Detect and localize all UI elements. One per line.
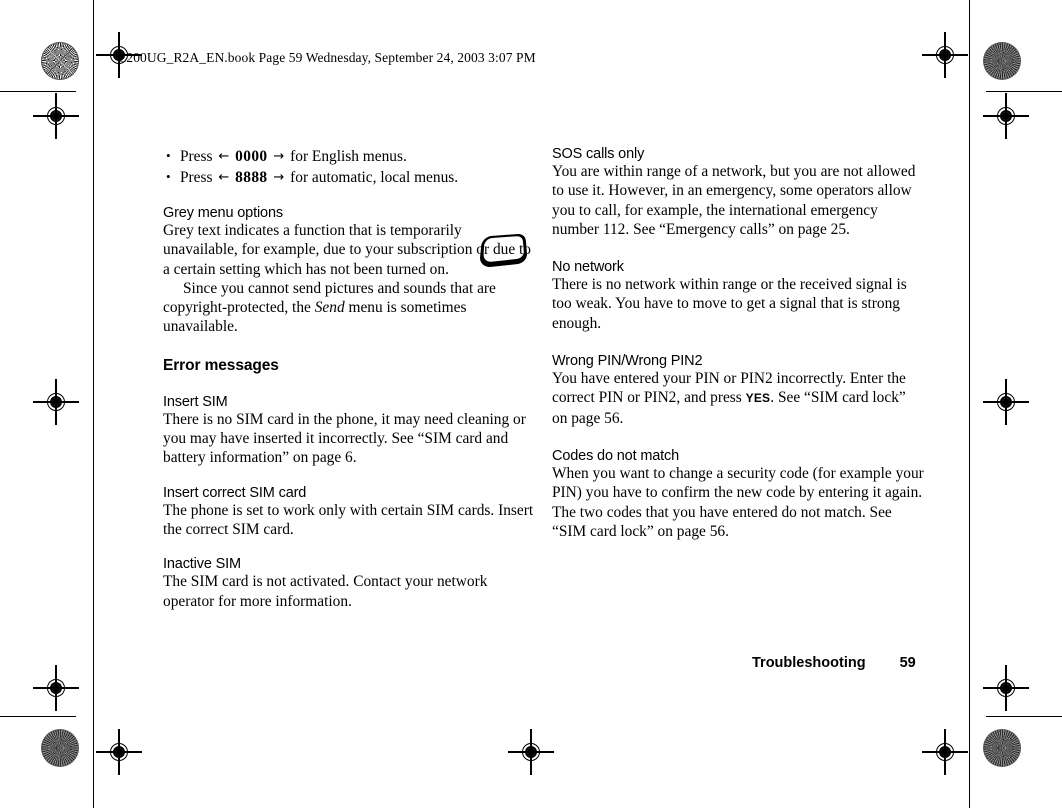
yes-key-label: YES: [745, 391, 771, 406]
grey-menu-body: Grey text indicates a function that is t…: [163, 222, 531, 278]
menu-code-value: 0000: [235, 148, 268, 165]
list-item: Press ← 8888 → for automatic, local menu…: [163, 166, 535, 188]
heading-no-network: No network: [552, 259, 624, 276]
registration-mark-mid-right: [983, 379, 1029, 425]
registration-mark-bottom-right: [922, 729, 968, 775]
page-number: 59: [899, 655, 916, 671]
registration-mark-lower-left-inner: [33, 665, 79, 711]
bullet-tail-text: for English menus.: [290, 148, 407, 165]
arrow-right-icon: →: [273, 149, 285, 164]
menu-code-value: 8888: [235, 169, 268, 186]
bullet-tail-text: for automatic, local menus.: [290, 169, 459, 186]
menu-code-bullet-list: Press ← 0000 → for English menus. Press …: [163, 145, 535, 188]
insert-sim-body: There is no SIM card in the phone, it ma…: [163, 410, 526, 467]
no-network-body: There is no network within range or the …: [552, 276, 907, 332]
heading-inactive-sim: Inactive SIM: [163, 556, 241, 573]
heading-sos-calls-only: SOS calls only: [552, 146, 645, 162]
heading-wrong-pin: Wrong PIN/Wrong PIN2: [552, 353, 703, 370]
color-registration-target-bottom-right: [983, 729, 1021, 767]
codes-do-not-match-body: When you want to change a security code …: [552, 464, 924, 540]
crop-line-left: [93, 0, 95, 808]
trim-line-bottom-right: [986, 716, 1062, 718]
right-text-column: SOS calls only You are within range of a…: [552, 146, 924, 541]
color-registration-target-top-right: [983, 42, 1021, 80]
sos-calls-only-body: You are within range of a network, but y…: [552, 163, 916, 238]
registration-mark-lower-right-inner: [983, 665, 1029, 711]
trim-line-top-right: [986, 91, 1062, 93]
grey-menu-second-paragraph: Since you cannot send pictures and sound…: [163, 279, 535, 337]
insert-correct-sim-card-body: The phone is set to work only with certa…: [163, 501, 534, 538]
list-item: Press ← 0000 → for English menus.: [163, 145, 535, 167]
inactive-sim-body: The SIM card is not activated. Contact y…: [163, 573, 488, 610]
left-text-column: Press ← 0000 → for English menus. Press …: [163, 145, 535, 611]
arrow-right-icon: →: [273, 170, 285, 185]
color-registration-target-top-left: [41, 42, 79, 80]
heading-grey-menu-options: Grey menu options: [163, 205, 283, 221]
footer-section-label: Troubleshooting: [752, 655, 866, 671]
page-footer: Troubleshooting 59: [752, 655, 916, 671]
wrong-pin-body: You have entered your PIN or PIN2 incorr…: [552, 369, 924, 428]
registration-mark-upper-left-inner: [33, 93, 79, 139]
heading-codes-do-not-match: Codes do not match: [552, 447, 680, 464]
registration-mark-upper-right-inner: [983, 93, 1029, 139]
registration-mark-top-right: [922, 32, 968, 78]
press-label: Press: [180, 169, 213, 186]
crop-line-right: [969, 0, 971, 808]
trim-line-top-left: [0, 91, 76, 93]
send-menu-name: Send: [314, 299, 345, 317]
trim-line-bottom-left: [0, 716, 76, 718]
arrow-left-icon: ←: [218, 170, 230, 185]
book-file-header: Z200UG_R2A_EN.book Page 59 Wednesday, Se…: [118, 50, 536, 65]
registration-mark-bottom-left: [96, 729, 142, 775]
heading-insert-correct-sim-card: Insert correct SIM card: [163, 484, 307, 501]
color-registration-target-bottom-left: [41, 729, 79, 767]
registration-mark-bottom-center: [508, 729, 554, 775]
heading-insert-sim: Insert SIM: [163, 393, 228, 410]
press-label: Press: [180, 148, 213, 165]
registration-mark-mid-left: [33, 379, 79, 425]
printed-page: Z200UG_R2A_EN.book Page 59 Wednesday, Se…: [0, 0, 1062, 808]
arrow-left-icon: ←: [218, 149, 230, 164]
heading-error-messages: Error messages: [163, 356, 279, 374]
